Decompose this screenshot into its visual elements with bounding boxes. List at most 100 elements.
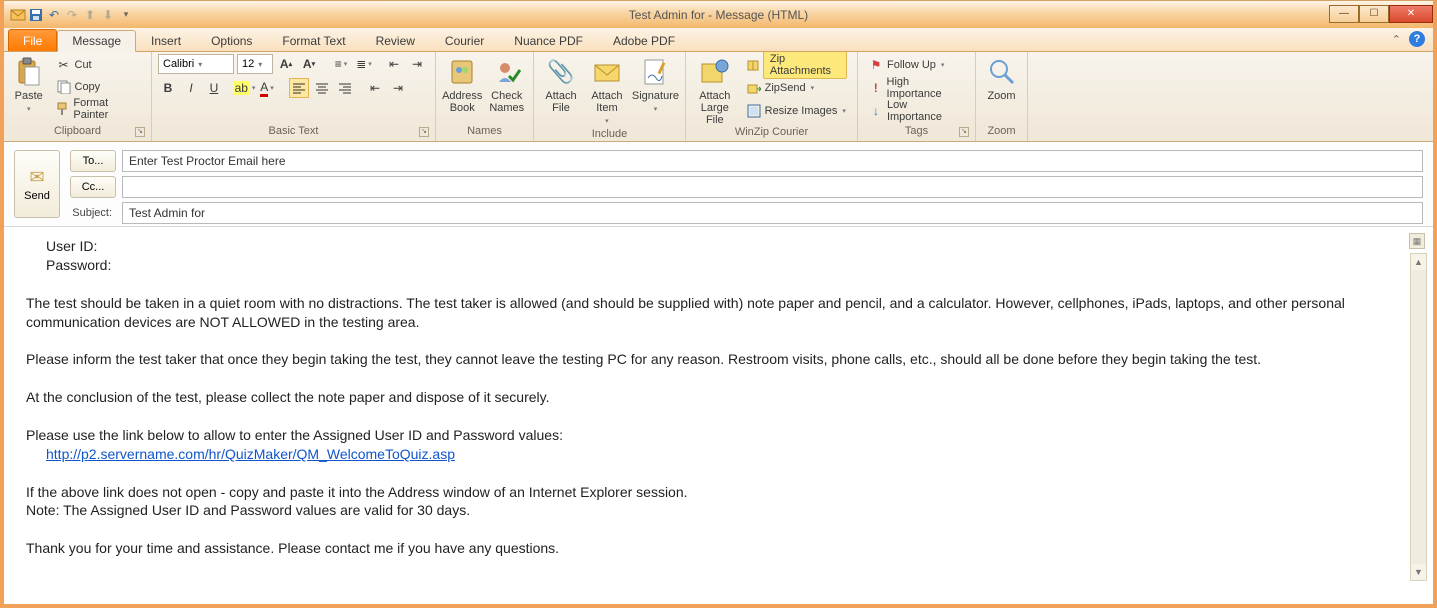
address-book-button[interactable]: Address Book: [442, 54, 483, 114]
group-clipboard: Paste ▾ ✂ Cut Copy Form: [4, 52, 152, 141]
paste-button[interactable]: Paste ▾: [10, 54, 48, 116]
shrink-font-button[interactable]: A▾: [299, 54, 319, 74]
zipsend-label: ZipSend: [765, 82, 806, 94]
font-size-select[interactable]: 12▾: [237, 54, 273, 74]
group-label-zoom: Zoom: [982, 125, 1021, 141]
close-button[interactable]: ✕: [1389, 5, 1433, 23]
previous-item-icon[interactable]: ⬆: [82, 7, 98, 23]
high-importance-icon: !: [868, 80, 884, 96]
check-names-label: Check Names: [487, 90, 528, 114]
body-para4: Please use the link below to allow to en…: [26, 426, 1407, 445]
to-field[interactable]: [122, 150, 1423, 172]
align-center-button[interactable]: [312, 78, 332, 98]
address-book-icon: [446, 56, 478, 88]
paste-label: Paste: [15, 90, 43, 102]
decrease-indent-button-2[interactable]: ⇤: [365, 78, 385, 98]
resize-images-label: Resize Images: [765, 105, 838, 117]
low-importance-label: Low Importance: [887, 99, 965, 123]
underline-button[interactable]: U: [204, 78, 224, 98]
align-right-button[interactable]: [335, 78, 355, 98]
tab-courier[interactable]: Courier: [430, 29, 499, 51]
body-link[interactable]: http://p2.servername.com/hr/QuizMaker/QM…: [46, 446, 455, 462]
tab-insert[interactable]: Insert: [136, 29, 196, 51]
decrease-indent-button[interactable]: ⇤: [384, 54, 404, 74]
qat-customize-icon[interactable]: ▾: [118, 7, 134, 23]
tab-adobe-pdf[interactable]: Adobe PDF: [598, 29, 690, 51]
clipboard-dialog-launcher[interactable]: ↘: [135, 127, 145, 137]
tab-format-text[interactable]: Format Text: [267, 29, 360, 51]
bold-button[interactable]: B: [158, 78, 178, 98]
tab-message[interactable]: Message: [57, 30, 136, 52]
attach-item-icon: [591, 56, 623, 88]
group-label-names: Names: [442, 125, 527, 141]
tab-file[interactable]: File: [8, 29, 57, 51]
zip-attachments-label: Zip Attachments: [763, 51, 847, 79]
group-label-clipboard: Clipboard↘: [10, 125, 145, 141]
format-painter-button[interactable]: Format Painter: [52, 98, 146, 120]
message-body[interactable]: User ID: Password: The test should be ta…: [4, 227, 1433, 587]
body-userid-label: User ID:: [46, 237, 1407, 256]
attach-large-file-button[interactable]: Attach Large File: [692, 54, 738, 126]
font-color-button[interactable]: A: [257, 78, 277, 98]
cc-field[interactable]: [122, 176, 1423, 198]
group-include: 📎 Attach File Attach Item ▾ Signature ▾ …: [534, 52, 686, 141]
zipsend-button[interactable]: ZipSend▾: [742, 77, 851, 99]
resize-images-icon: [746, 103, 762, 119]
zoom-label: Zoom: [987, 90, 1015, 102]
outlook-icon: [10, 7, 26, 23]
zoom-button[interactable]: Zoom: [982, 54, 1021, 102]
resize-images-button[interactable]: Resize Images▾: [742, 100, 851, 122]
increase-indent-button[interactable]: ⇥: [407, 54, 427, 74]
attach-large-file-icon: [699, 56, 731, 88]
redo-icon[interactable]: ↷: [64, 7, 80, 23]
minimize-button[interactable]: —: [1329, 5, 1359, 23]
ribbon: Paste ▾ ✂ Cut Copy Form: [4, 52, 1433, 142]
to-button[interactable]: To...: [70, 150, 116, 172]
flag-icon: ⚑: [868, 57, 884, 73]
vertical-scrollbar[interactable]: ▲ ▼: [1410, 253, 1427, 581]
follow-up-button[interactable]: ⚑ Follow Up▾: [864, 54, 969, 76]
font-name-select[interactable]: Calibri▾: [158, 54, 234, 74]
zip-attachments-button[interactable]: Zip Attachments: [742, 54, 851, 76]
low-importance-button[interactable]: ↓ Low Importance: [864, 100, 969, 122]
scroll-down-icon[interactable]: ▼: [1411, 564, 1426, 580]
highlight-button[interactable]: ab: [234, 78, 254, 98]
tab-options[interactable]: Options: [196, 29, 267, 51]
attach-file-button[interactable]: 📎 Attach File: [540, 54, 582, 114]
grow-font-button[interactable]: A▴: [276, 54, 296, 74]
tab-nuance-pdf[interactable]: Nuance PDF: [499, 29, 598, 51]
basictext-dialog-launcher[interactable]: ↘: [419, 127, 429, 137]
cc-button[interactable]: Cc...: [70, 176, 116, 198]
cut-button[interactable]: ✂ Cut: [52, 54, 146, 76]
paperclip-icon: 📎: [545, 56, 577, 88]
signature-button[interactable]: Signature ▾: [632, 54, 679, 116]
save-icon[interactable]: [28, 7, 44, 23]
copy-label: Copy: [75, 81, 101, 93]
low-importance-icon: ↓: [868, 103, 884, 119]
title-bar: ↶ ↷ ⬆ ⬇ ▾ Test Admin for - Message (HTML…: [4, 0, 1433, 28]
help-icon[interactable]: ?: [1409, 31, 1425, 47]
scroll-up-icon[interactable]: ▲: [1411, 254, 1426, 270]
check-names-button[interactable]: Check Names: [487, 54, 528, 114]
undo-icon[interactable]: ↶: [46, 7, 62, 23]
quick-access-toolbar: ↶ ↷ ⬆ ⬇ ▾: [4, 7, 134, 23]
maximize-button[interactable]: ☐: [1359, 5, 1389, 23]
subject-field[interactable]: [122, 202, 1423, 224]
message-body-area: ▦ ▲ ▼ User ID: Password: The test should…: [4, 227, 1433, 587]
italic-button[interactable]: I: [181, 78, 201, 98]
tab-review[interactable]: Review: [361, 29, 430, 51]
align-left-button[interactable]: [289, 78, 309, 98]
bullets-button[interactable]: ≡: [331, 54, 351, 74]
window-controls: — ☐ ✕: [1329, 7, 1433, 23]
ruler-toggle-button[interactable]: ▦: [1409, 233, 1425, 249]
increase-indent-button-2[interactable]: ⇥: [388, 78, 408, 98]
numbering-button[interactable]: ≣: [354, 54, 374, 74]
tags-dialog-launcher[interactable]: ↘: [959, 127, 969, 137]
attach-item-button[interactable]: Attach Item ▾: [586, 54, 628, 128]
send-button[interactable]: ✉ Send: [14, 150, 60, 218]
copy-button[interactable]: Copy: [52, 76, 146, 98]
minimize-ribbon-icon[interactable]: ⌃: [1392, 33, 1401, 46]
group-basic-text: Calibri▾ 12▾ A▴ A▾ ≡ ≣ ⇤ ⇥ B I U ab A: [152, 52, 436, 141]
high-importance-button[interactable]: ! High Importance: [864, 77, 969, 99]
next-item-icon[interactable]: ⬇: [100, 7, 116, 23]
